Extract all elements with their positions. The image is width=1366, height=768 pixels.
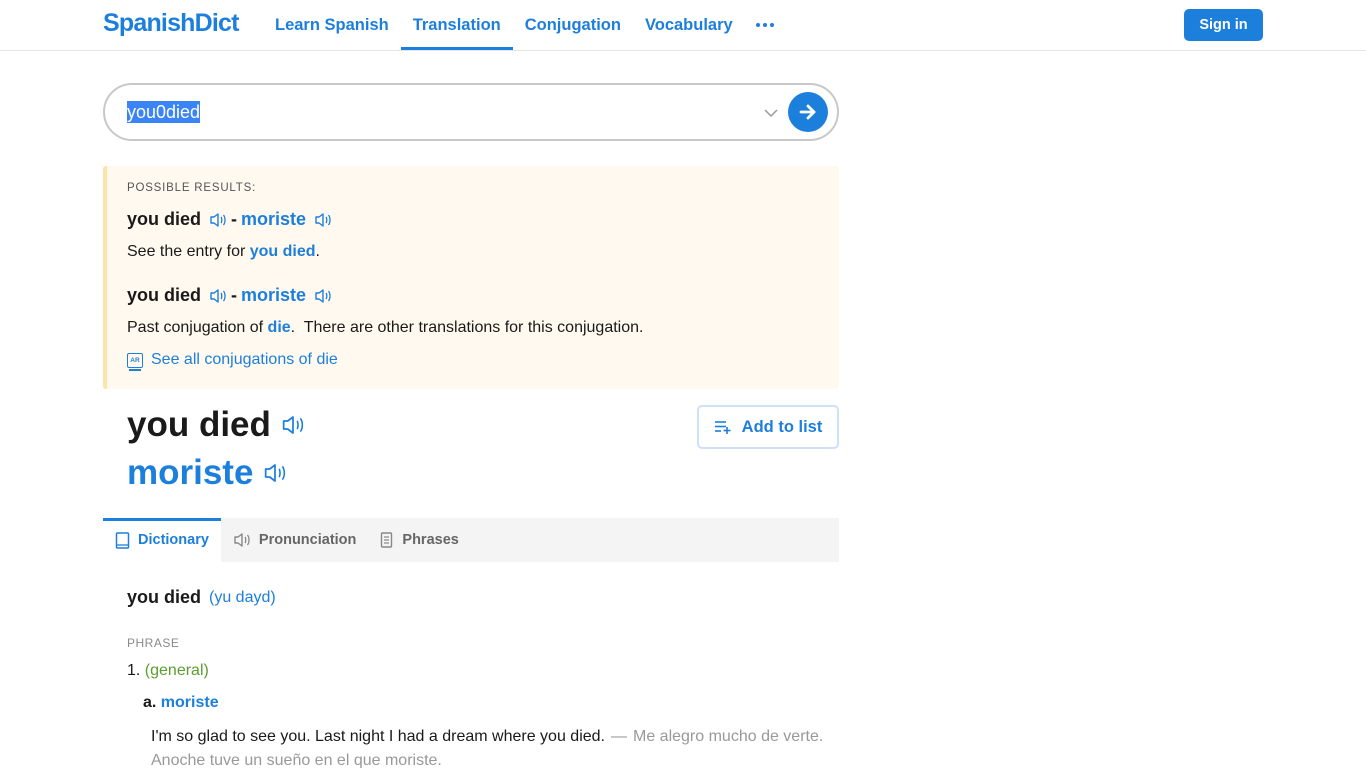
add-to-list-label: Add to list <box>741 417 823 436</box>
result-english: you died <box>127 209 202 229</box>
result-description-text: Past conjugation of <box>127 319 268 336</box>
document-icon <box>381 531 393 548</box>
nav-learn-spanish[interactable]: Learn Spanish <box>263 0 401 50</box>
more-dots-icon[interactable] <box>745 0 786 50</box>
result-description-suffix: . <box>315 243 320 260</box>
tab-dictionary[interactable]: Dictionary <box>103 518 221 562</box>
entry-word: you died <box>127 587 202 607</box>
add-to-list-button[interactable]: Add to list <box>697 405 839 449</box>
speaker-icon[interactable] <box>263 462 287 484</box>
result-separator: - <box>231 285 238 305</box>
search-input[interactable]: you0died <box>127 101 201 123</box>
see-all-conjugations-label: See all conjugations of die <box>151 351 338 368</box>
search-submit-button[interactable] <box>788 92 828 132</box>
result-description-suffix: . There are other translations for this … <box>290 319 644 336</box>
tab-phrases[interactable]: Phrases <box>368 518 470 562</box>
tab-pronunciation-label: Pronunciation <box>258 532 357 548</box>
sign-in-button[interactable]: Sign in <box>1184 9 1263 41</box>
chevron-down-icon[interactable] <box>761 103 781 123</box>
nav-conjugation[interactable]: Conjugation <box>513 0 633 50</box>
sense-context: (general) <box>144 662 209 679</box>
example-english: I'm so glad to see you. Last night I had… <box>151 728 605 745</box>
sense: 1. (general) <box>127 662 209 680</box>
nav-translation[interactable]: Translation <box>400 0 513 50</box>
tab-pronunciation[interactable]: Pronunciation <box>221 518 368 562</box>
sense-number: 1. <box>127 662 141 679</box>
spanishdict-logo[interactable]: SpanishDict <box>103 9 239 38</box>
result-heading: you died - moriste <box>127 285 332 306</box>
result-description-text: See the entry for <box>127 243 250 260</box>
search-input-value: you0died <box>127 101 201 123</box>
tab-phrases-label: Phrases <box>402 532 459 548</box>
speaker-icon[interactable] <box>281 414 305 436</box>
playlist-add-icon <box>714 421 731 434</box>
main-nav: Learn Spanish Translation Conjugation Vo… <box>263 0 786 50</box>
speaker-icon <box>234 533 250 547</box>
speaker-icon[interactable] <box>314 288 332 304</box>
see-all-conjugations-link[interactable]: AR See all conjugations of die <box>127 351 338 371</box>
example-sentence: I'm so glad to see you. Last night I had… <box>151 725 841 768</box>
result-description: See the entry for you died. <box>127 243 320 261</box>
result-entry-link[interactable]: you died <box>250 243 316 260</box>
translation: a. moriste <box>143 694 219 712</box>
speaker-icon[interactable] <box>209 288 227 304</box>
speaker-icon[interactable] <box>314 212 332 228</box>
possible-results-label: POSSIBLE RESULTS: <box>127 182 257 194</box>
part-of-speech: PHRASE <box>127 636 180 650</box>
translation-letter: a. <box>143 694 157 711</box>
result-description: Past conjugation of die. There are other… <box>127 319 643 337</box>
nav-vocabulary[interactable]: Vocabulary <box>633 0 745 50</box>
headword-english-text: you died <box>127 405 271 444</box>
result-heading: you died - moriste <box>127 209 332 230</box>
result-verb-link[interactable]: die <box>268 319 291 336</box>
search-box: you0died <box>103 83 839 141</box>
result-spanish[interactable]: moriste <box>241 209 306 230</box>
possible-results-panel: POSSIBLE RESULTS: you died - moriste See… <box>103 166 839 389</box>
result-separator: - <box>231 209 238 229</box>
result-english: you died <box>127 285 202 305</box>
book-icon <box>115 531 130 549</box>
example-dash: — <box>611 728 627 745</box>
result-spanish[interactable]: moriste <box>241 285 306 306</box>
entry-pronunciation[interactable]: (yu dayd) <box>209 589 276 607</box>
top-header: SpanishDict Learn Spanish Translation Co… <box>0 0 1366 51</box>
headword-spanish: moriste <box>127 453 287 493</box>
translation-word[interactable]: moriste <box>161 694 219 711</box>
speaker-icon[interactable] <box>209 212 227 228</box>
headword-spanish-text: moriste <box>127 453 254 492</box>
arrow-right-icon <box>799 104 816 120</box>
headword-english: you died <box>127 405 305 445</box>
content-tabs: Dictionary Pronunciation Phrases <box>103 518 839 562</box>
conjugation-icon: AR <box>127 352 143 371</box>
tab-dictionary-label: Dictionary <box>138 532 209 548</box>
